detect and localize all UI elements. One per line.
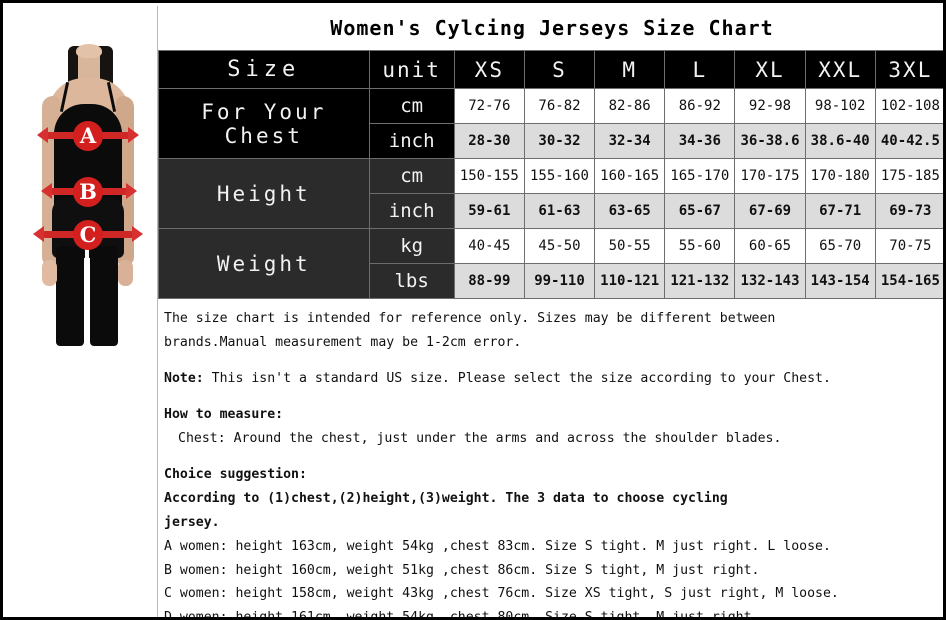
chest-cm-s: 76-82: [523, 88, 596, 124]
chest-cm-3xl: 102-108: [874, 88, 943, 124]
model-figure-illustration: A B C: [28, 44, 146, 346]
example-women-c: C women: height 158cm, weight 43kg ,ches…: [164, 586, 839, 601]
height-cm-3xl: 175-185: [874, 158, 943, 194]
height-inch-s: 61-63: [523, 193, 596, 229]
choice-suggestion-heading: Choice suggestion:: [164, 467, 307, 482]
height-inch-l: 65-67: [664, 193, 736, 229]
height-inch-m: 63-65: [594, 193, 666, 229]
model-leg-right: [90, 246, 118, 346]
chest-measure-badge: A: [73, 121, 103, 151]
notes-spacer-1: [164, 357, 943, 369]
model-leg-left: [56, 246, 84, 346]
height-cm-m: 160-165: [594, 158, 666, 194]
weight-lbs-xs: 88-99: [453, 263, 525, 299]
height-cm-xl: 170-175: [734, 158, 806, 194]
unit-height-cm: cm: [368, 158, 455, 194]
notes-spacer-3: [164, 453, 943, 465]
table-header-row: Size unit XS S M L XL XXL 3XL: [158, 50, 943, 89]
waist-measure-badge: B: [73, 177, 103, 207]
height-inch-3xl: 69-73: [874, 193, 943, 229]
row-label-height: Height: [158, 158, 370, 229]
weight-lbs-s: 99-110: [523, 263, 596, 299]
chest-inch-3xl: 40-42.5: [874, 123, 943, 159]
disclaimer-line-2: brands.Manual measurement may be 1-2cm e…: [164, 335, 522, 350]
unit-chest-inch: inch: [368, 123, 455, 159]
note-label: Note:: [164, 371, 204, 386]
unit-chest-cm: cm: [368, 88, 455, 124]
weight-lbs-3xl: 154-165: [874, 263, 943, 299]
model-hand-left: [42, 260, 57, 286]
header-size-s: S: [523, 50, 596, 89]
weight-lbs-xxl: 143-154: [804, 263, 876, 299]
unit-height-inch: inch: [368, 193, 455, 229]
chest-inch-xxl: 38.6-40: [804, 123, 876, 159]
weight-kg-xxl: 65-70: [804, 228, 876, 264]
model-image-panel: A B C: [6, 6, 158, 617]
header-unit-label: unit: [368, 50, 455, 89]
example-women-b: B women: height 160cm, weight 51kg ,ches…: [164, 562, 760, 578]
header-size-label: Size: [158, 50, 370, 89]
header-size-3xl: 3XL: [874, 50, 943, 89]
weight-kg-m: 50-55: [594, 228, 666, 264]
unit-weight-kg: kg: [368, 228, 455, 264]
weight-kg-3xl: 70-75: [874, 228, 943, 264]
height-cm-l: 165-170: [664, 158, 736, 194]
height-cm-s: 155-160: [523, 158, 596, 194]
unit-weight-lbs: lbs: [368, 263, 455, 299]
chest-inch-l: 34-36: [664, 123, 736, 159]
note-text: This isn't a standard US size. Please se…: [203, 371, 831, 386]
table-row-chest-cm: For Your Chest cm 72-76 76-82 82-86 86-9…: [158, 88, 943, 159]
choice-suggestion-line-1: According to (1)chest,(2)height,(3)weigh…: [164, 491, 728, 506]
chest-cm-xs: 72-76: [453, 88, 525, 124]
height-inch-xxl: 67-71: [804, 193, 876, 229]
weight-kg-xl: 60-65: [734, 228, 806, 264]
page-title: Women's Cylcing Jerseys Size Chart: [158, 6, 943, 50]
chest-cm-m: 82-86: [594, 88, 666, 124]
note-paragraph: Note: This isn't a standard US size. Ple…: [164, 369, 943, 389]
choice-suggestion-line-2: jersey.: [164, 515, 220, 530]
hip-measure-badge: C: [73, 220, 103, 250]
size-chart-page: A B C Women's Cylcing Jerseys Size Chart…: [0, 0, 946, 620]
height-inch-xl: 67-69: [734, 193, 806, 229]
row-label-chest: For Your Chest: [158, 88, 370, 159]
weight-lbs-m: 110-121: [594, 263, 666, 299]
how-to-measure-chest: Chest: Around the chest, just under the …: [178, 431, 782, 446]
model-chin: [76, 44, 102, 58]
example-women-d: D women: height 161cm, weight 54kg ,ches…: [164, 609, 760, 620]
header-size-xl: XL: [734, 50, 806, 89]
weight-lbs-l: 121-132: [664, 263, 736, 299]
header-size-xxl: XXL: [804, 50, 876, 89]
model-hand-right: [118, 260, 133, 286]
chest-inch-xl: 36-38.6: [734, 123, 806, 159]
height-cm-xs: 150-155: [453, 158, 525, 194]
weight-kg-s: 45-50: [523, 228, 596, 264]
table-row-height-cm: Height cm 150-155 155-160 160-165 165-17…: [158, 158, 943, 229]
chest-inch-m: 32-34: [594, 123, 666, 159]
row-label-weight: Weight: [158, 228, 370, 299]
notes-section: The size chart is intended for reference…: [158, 299, 943, 620]
header-size-m: M: [594, 50, 666, 89]
weight-kg-l: 55-60: [664, 228, 736, 264]
model-leg-gap: [85, 246, 89, 346]
chest-cm-l: 86-92: [664, 88, 736, 124]
weight-lbs-xl: 132-143: [734, 263, 806, 299]
size-chart-table: Size unit XS S M L XL XXL 3XL For Your C…: [158, 50, 943, 299]
chest-inch-xs: 28-30: [453, 123, 525, 159]
chest-cm-xl: 92-98: [734, 88, 806, 124]
chest-cm-xxl: 98-102: [804, 88, 876, 124]
table-row-weight-kg: Weight kg 40-45 45-50 50-55 55-60 60-65 …: [158, 228, 943, 299]
header-size-xs: XS: [453, 50, 525, 89]
weight-kg-xs: 40-45: [453, 228, 525, 264]
disclaimer-line-1: The size chart is intended for reference…: [164, 311, 776, 326]
chart-content: Women's Cylcing Jerseys Size Chart Size …: [158, 6, 943, 620]
chest-inch-s: 30-32: [523, 123, 596, 159]
header-size-l: L: [664, 50, 736, 89]
height-cm-xxl: 170-180: [804, 158, 876, 194]
notes-spacer-2: [164, 393, 943, 405]
height-inch-xs: 59-61: [453, 193, 525, 229]
how-to-measure-heading: How to measure:: [164, 407, 284, 422]
example-women-a: A women: height 163cm, weight 54kg ,ches…: [164, 539, 831, 554]
